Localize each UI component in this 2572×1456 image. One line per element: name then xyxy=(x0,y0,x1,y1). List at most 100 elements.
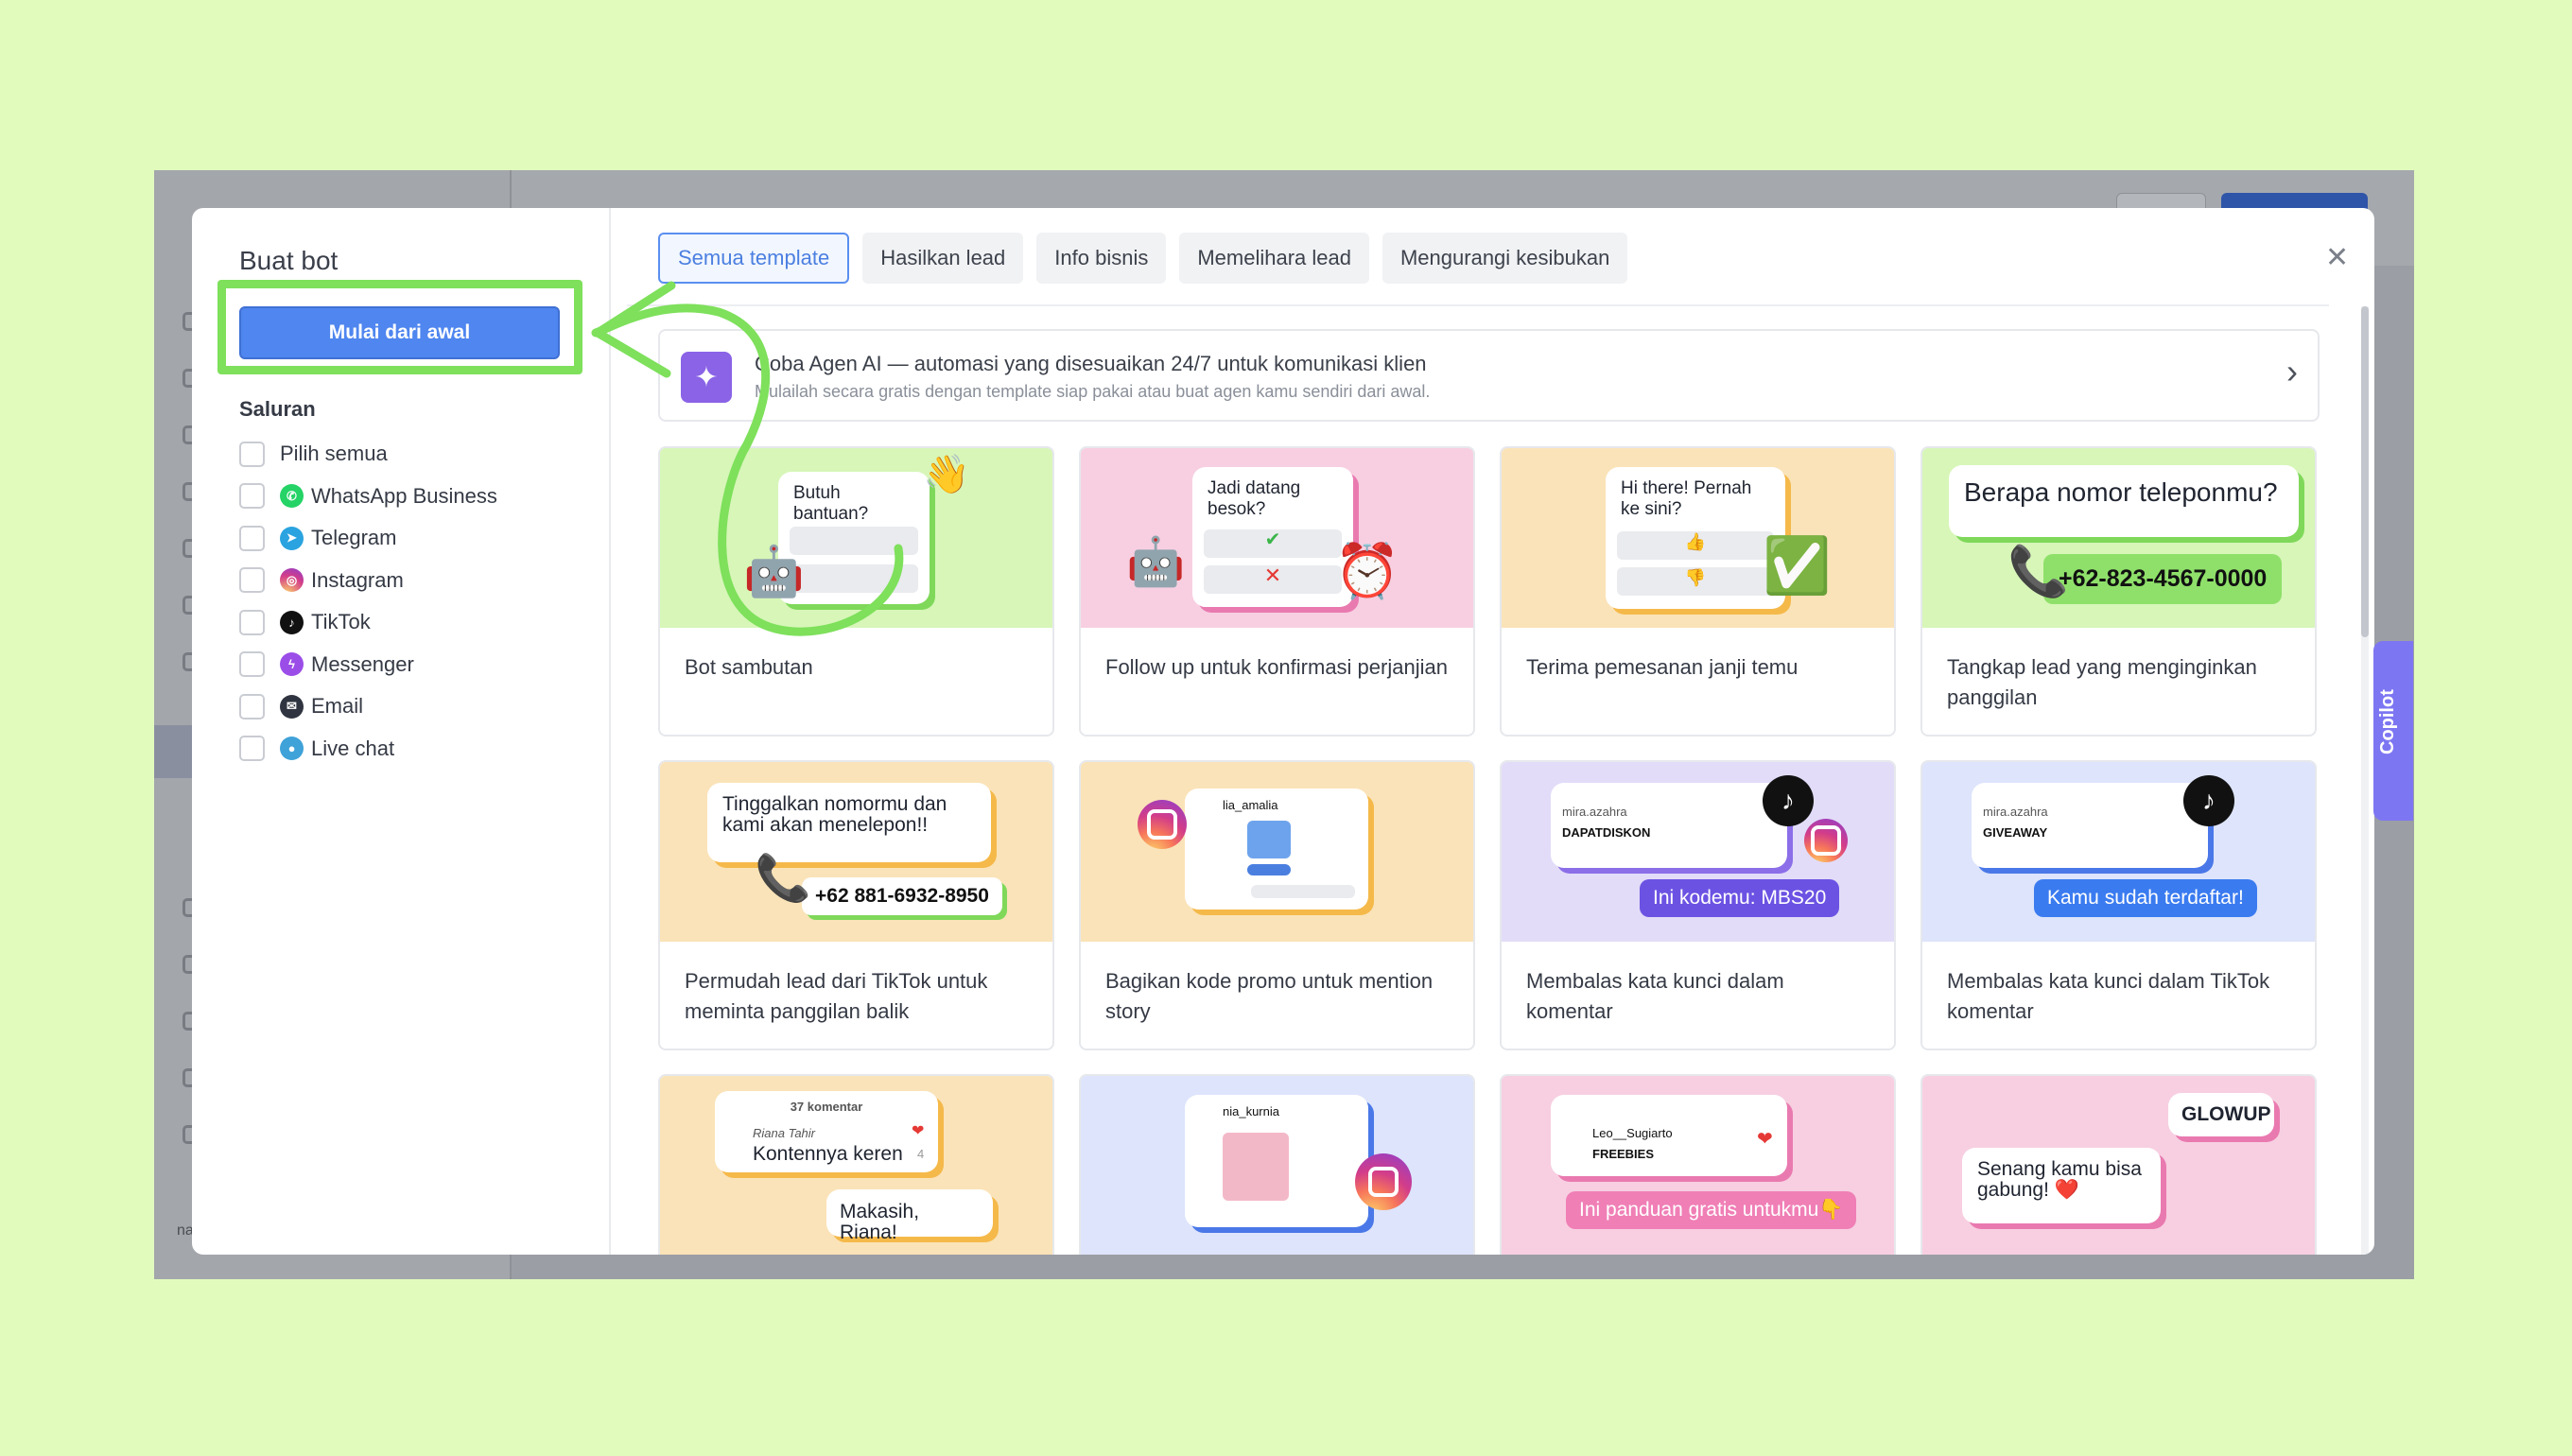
checkbox[interactable] xyxy=(239,651,265,678)
card-illustration: Leo__Sugiarto FREEBIES ❤ Ini panduan gra… xyxy=(1502,1076,1894,1255)
comment-text: Kontennya keren xyxy=(753,1143,903,1165)
channel-instagram[interactable]: ◎ Instagram xyxy=(239,560,497,602)
channel-whatsapp[interactable]: ✆ WhatsApp Business xyxy=(239,476,497,518)
tab-generate-leads[interactable]: Hasilkan lead xyxy=(862,233,1024,284)
chat-bubble: Berapa nomor teleponmu? xyxy=(1949,465,2299,537)
template-card[interactable]: 37 komentar Riana Tahir Kontennya keren … xyxy=(658,1074,1054,1255)
chat-bubble: Hi there! Pernah ke sini? 👍 👎 xyxy=(1606,467,1785,609)
chat-bubble: Tinggalkan nomormu dan kami akan menelep… xyxy=(707,783,991,862)
template-card[interactable]: Leo__Sugiarto FREEBIES ❤ Ini panduan gra… xyxy=(1500,1074,1896,1255)
template-card[interactable]: GLOWUP Senang kamu bisa gabung! ❤️ xyxy=(1920,1074,2317,1255)
reply-pill: Ini panduan gratis untukmu👇 xyxy=(1566,1191,1857,1229)
template-card[interactable]: mira.azahra DAPATDISKON ♪ Ini kodemu: MB… xyxy=(1500,760,1896,1050)
channel-tiktok[interactable]: ♪ TikTok xyxy=(239,601,497,644)
channel-label: WhatsApp Business xyxy=(311,483,497,508)
username: nia_kurnia xyxy=(1223,1104,1279,1118)
username: lia_amalia xyxy=(1223,798,1278,812)
bubble-text: Jadi datang besok? xyxy=(1208,478,1301,519)
card-illustration: lia_amalia xyxy=(1081,762,1473,942)
heart-icon: ❤ xyxy=(1757,1129,1773,1150)
card-illustration: mira.azahra GIVEAWAY ♪ Kamu sudah terdaf… xyxy=(1922,762,2315,942)
card-title: Bagikan kode promo untuk mention story xyxy=(1105,969,1434,1023)
comment-keyword: GIVEAWAY xyxy=(1983,825,2048,840)
template-card[interactable]: lia_amalia Bagikan kode promo untuk ment… xyxy=(1079,760,1475,1050)
username: mira.azahra xyxy=(1983,805,2048,819)
card-illustration: Jadi datang besok? ✔ ✕ 🤖 ⏰ xyxy=(1081,448,1473,628)
comment-keyword: DAPATDISKON xyxy=(1562,825,1651,840)
tab-all-templates[interactable]: Semua template xyxy=(658,233,850,284)
channel-label: Pilih semua xyxy=(280,442,388,466)
live-chat-icon: ● xyxy=(280,737,304,761)
banner-subtitle: Mulailah secara gratis dengan template s… xyxy=(755,382,1431,401)
tiktok-icon: ♪ xyxy=(2183,775,2234,826)
modal-title: Buat bot xyxy=(239,246,339,275)
commenter-name: Riana Tahir xyxy=(753,1126,816,1140)
channel-select-all[interactable]: Pilih semua xyxy=(239,433,497,476)
tab-reduce-workload[interactable]: Mengurangi kesibukan xyxy=(1382,233,1628,284)
phone-icon: 📞 xyxy=(755,854,811,904)
post-card: Leo__Sugiarto FREEBIES ❤ xyxy=(1551,1095,1787,1176)
chat-bubble: Senang kamu bisa gabung! ❤️ xyxy=(1962,1148,2161,1223)
channel-label: Live chat xyxy=(311,736,395,760)
card-title: Tangkap lead yang menginginkan panggilan xyxy=(1947,655,2257,709)
bubble-text: Hi there! Pernah ke sini? xyxy=(1621,478,1752,519)
checkbox[interactable] xyxy=(239,483,265,510)
reply-pill: Ini kodemu: MBS20 xyxy=(1640,879,1840,917)
phone-pill: +62-823-4567-0000 xyxy=(2043,554,2283,604)
messenger-icon: ϟ xyxy=(280,652,304,677)
checkbox[interactable] xyxy=(239,693,265,719)
copilot-button[interactable]: Copilot xyxy=(2373,641,2413,821)
chevron-right-icon: › xyxy=(2286,352,2298,390)
channel-label: TikTok xyxy=(311,610,371,634)
story-card: lia_amalia xyxy=(1185,789,1368,910)
phone-icon: 📞 xyxy=(2007,545,2069,599)
channel-messenger[interactable]: ϟ Messenger xyxy=(239,644,497,686)
instagram-icon xyxy=(1804,819,1848,862)
scrollbar-thumb[interactable] xyxy=(2361,306,2369,637)
highlight-annotation-box xyxy=(217,280,582,374)
template-card[interactable]: nia_kurnia xyxy=(1079,1074,1475,1255)
template-card[interactable]: Berapa nomor teleponmu? +62-823-4567-000… xyxy=(1920,446,2317,737)
checkbox[interactable] xyxy=(239,609,265,635)
checkbox[interactable] xyxy=(239,736,265,762)
template-card[interactable]: Jadi datang besok? ✔ ✕ 🤖 ⏰ Follow up unt… xyxy=(1079,446,1475,737)
template-card[interactable]: Hi there! Pernah ke sini? 👍 👎 ✅ Terima p… xyxy=(1500,446,1896,737)
chat-bubble: Jadi datang besok? ✔ ✕ xyxy=(1192,467,1353,607)
instagram-icon: ◎ xyxy=(280,568,304,593)
card-illustration: Butuh bantuan? 👋 🤖 xyxy=(660,448,1052,628)
checkbox[interactable] xyxy=(239,441,265,467)
card-illustration: Berapa nomor teleponmu? +62-823-4567-000… xyxy=(1922,448,2315,628)
waving-hand-icon: 👋 xyxy=(923,454,970,495)
story-card: nia_kurnia xyxy=(1185,1095,1368,1227)
checkbox[interactable] xyxy=(239,525,265,551)
banner-title: Coba Agen AI — automasi yang disesuaikan… xyxy=(755,352,1427,375)
close-icon[interactable]: ✕ xyxy=(2325,241,2349,274)
post-card: mira.azahra GIVEAWAY xyxy=(1972,783,2208,868)
card-illustration: GLOWUP Senang kamu bisa gabung! ❤️ xyxy=(1922,1076,2315,1255)
template-category-tabs: Semua template Hasilkan lead Info bisnis… xyxy=(658,233,1628,284)
channel-label: Telegram xyxy=(311,526,397,550)
ai-agent-banner[interactable]: ✦ Coba Agen AI — automasi yang disesuaik… xyxy=(658,329,2320,422)
header-divider xyxy=(627,304,2329,306)
template-card[interactable]: Tinggalkan nomormu dan kami akan menelep… xyxy=(658,760,1054,1050)
instagram-icon xyxy=(1138,800,1187,849)
whatsapp-icon: ✆ xyxy=(280,484,304,509)
username: Leo__Sugiarto xyxy=(1592,1126,1673,1140)
channel-telegram[interactable]: ➤ Telegram xyxy=(239,517,497,560)
checkbox[interactable] xyxy=(239,567,265,594)
template-card[interactable]: mira.azahra GIVEAWAY ♪ Kamu sudah terdaf… xyxy=(1920,760,2317,1050)
template-card[interactable]: Butuh bantuan? 👋 🤖 Bot sambutan xyxy=(658,446,1054,737)
heart-icon: ❤ xyxy=(912,1123,925,1139)
comment-keyword: FREEBIES xyxy=(1592,1147,1655,1161)
tab-business-info[interactable]: Info bisnis xyxy=(1036,233,1167,284)
email-icon: ✉ xyxy=(280,694,304,719)
channel-email[interactable]: ✉ Email xyxy=(239,685,497,728)
copilot-label: Copilot xyxy=(2377,689,2398,754)
channel-live-chat[interactable]: ● Live chat xyxy=(239,728,497,771)
card-illustration: Hi there! Pernah ke sini? 👍 👎 ✅ xyxy=(1502,448,1894,628)
username: mira.azahra xyxy=(1562,805,1627,819)
tab-nurture-leads[interactable]: Memelihara lead xyxy=(1179,233,1369,284)
tiktok-icon: ♪ xyxy=(280,610,304,634)
channels-heading: Saluran xyxy=(239,397,316,421)
hashtag-bubble: GLOWUP xyxy=(2168,1093,2274,1136)
